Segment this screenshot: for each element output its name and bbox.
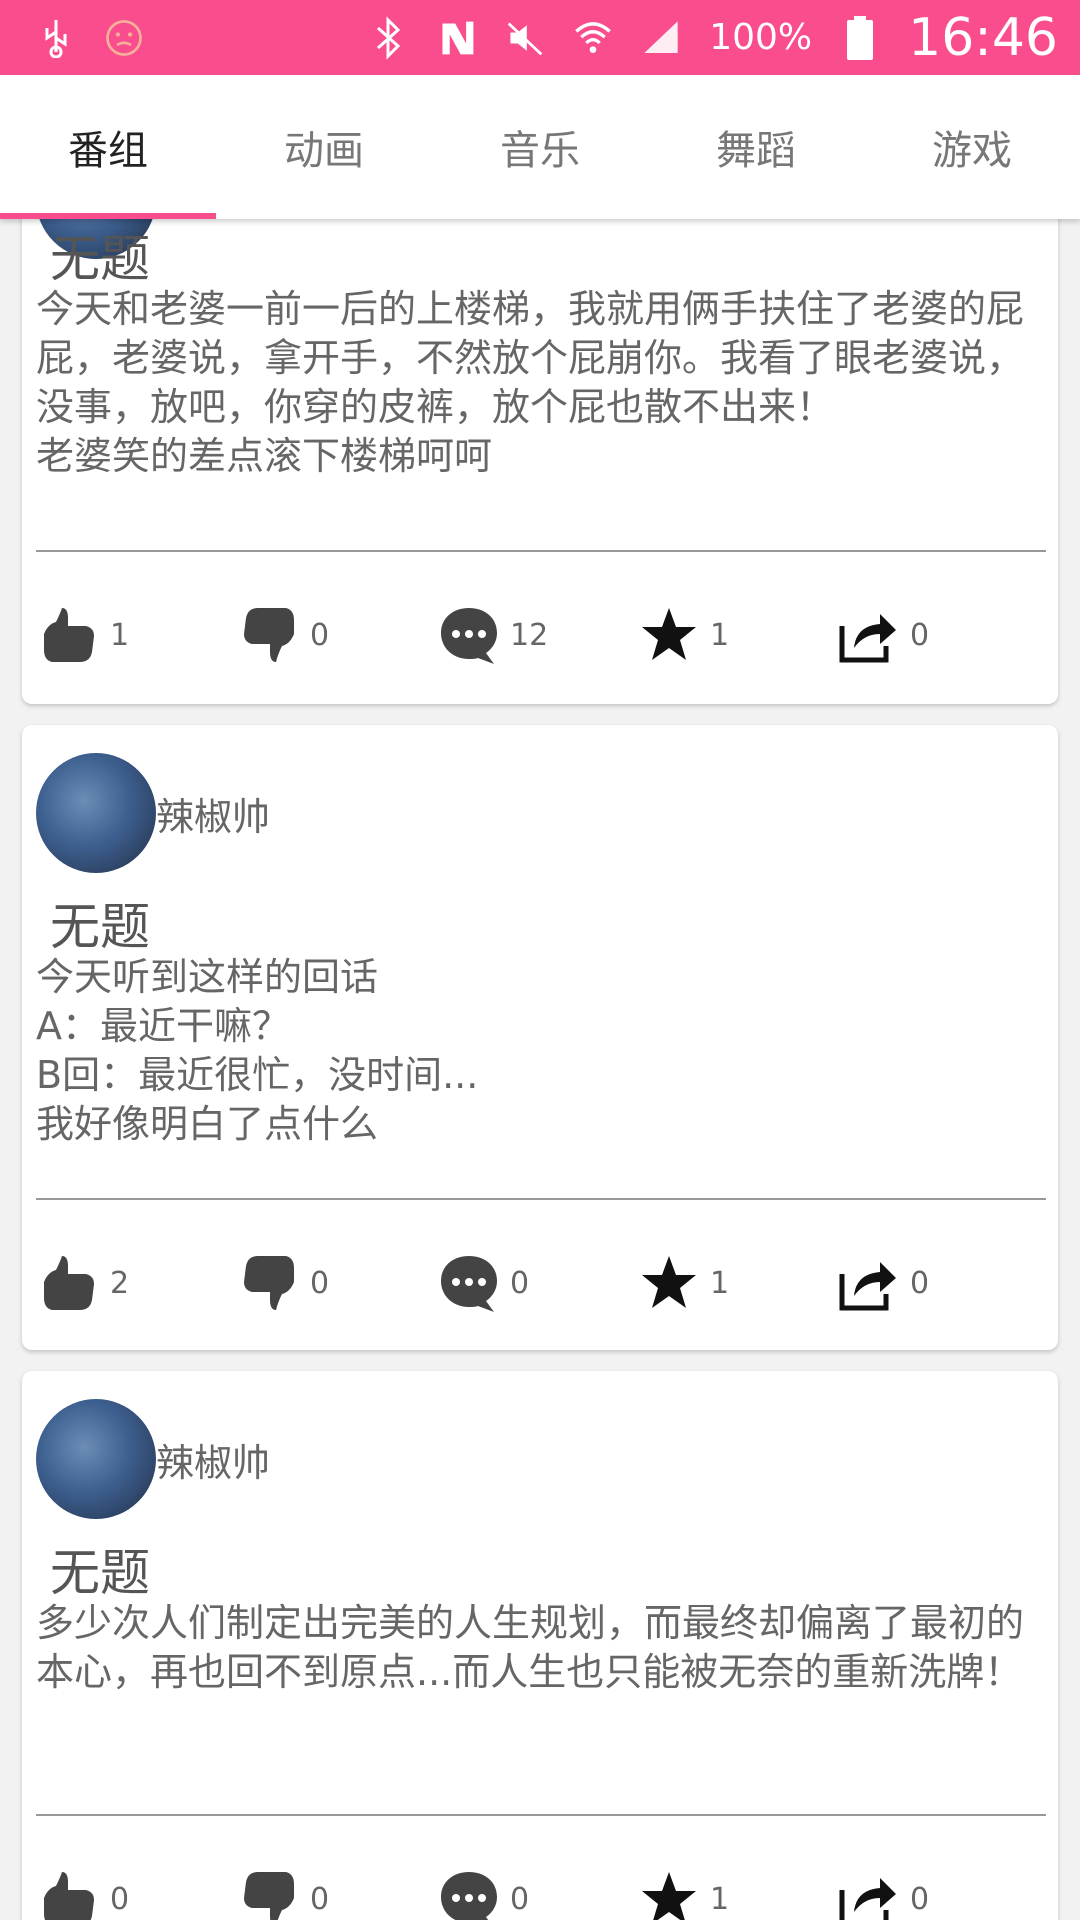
divider [36,1198,1046,1200]
favorite-button[interactable]: 1 [636,1243,729,1323]
share-icon [836,1866,902,1920]
favorite-count: 1 [710,617,730,653]
favorite-count: 1 [710,1881,730,1917]
post-body: 今天和老婆一前一后的上楼梯，我就用俩手扶住了老婆的屁屁，老婆说，拿开手，不然放个… [36,287,1025,478]
share-count: 0 [910,1881,930,1917]
status-bar: 100% 16:46 [0,0,1080,75]
bluetooth-icon [369,15,409,60]
signal-icon [641,18,681,58]
share-button[interactable]: 0 [836,1859,929,1920]
post-card[interactable]: 辣椒帅 无题 今天听到这样的回话 A：最近干嘛？ B回：最近很忙，没时间... … [22,725,1058,1350]
like-count: 1 [110,617,130,653]
post-author[interactable]: 辣椒帅 [36,1399,270,1519]
dislike-count: 0 [310,1881,330,1917]
share-count: 0 [910,1265,930,1301]
dislike-button[interactable]: 0 [236,1243,329,1323]
favorite-count: 1 [710,1265,730,1301]
avatar[interactable] [36,1399,156,1519]
mute-icon [505,18,545,58]
post-card[interactable]: 无题 今天和老婆一前一后的上楼梯，我就用俩手扶住了老婆的屁屁，老婆说，拿开手，不… [22,219,1058,704]
post-body: 今天听到这样的回话 A：最近干嘛？ B回：最近很忙，没时间... 我好像明白了点… [36,955,479,1146]
category-tabs: 番组 动画 音乐 舞蹈 游戏 [0,75,1080,219]
clock: 16:46 [908,7,1058,68]
comment-button[interactable]: 0 [436,1859,529,1920]
like-button[interactable]: 2 [36,1243,129,1323]
avatar[interactable] [36,753,156,873]
tab-animation[interactable]: 动画 [216,75,432,219]
post-actions: 1 0 12 1 0 [22,595,1058,675]
thumbs-down-icon [236,602,302,668]
post-actions: 0 0 0 1 0 [22,1859,1058,1920]
tab-game[interactable]: 游戏 [864,75,1080,219]
thumbs-up-icon [36,602,102,668]
comment-button[interactable]: 12 [436,595,548,675]
thumbs-up-icon [36,1250,102,1316]
comment-count: 0 [510,1881,530,1917]
post-title: 无题 [50,898,150,956]
star-icon [636,1866,702,1920]
like-count: 2 [110,1265,130,1301]
dislike-count: 0 [310,1265,330,1301]
like-count: 0 [110,1881,130,1917]
like-button[interactable]: 1 [36,595,129,675]
comment-button[interactable]: 0 [436,1243,529,1323]
post-feed[interactable]: 无题 今天和老婆一前一后的上楼梯，我就用俩手扶住了老婆的屁屁，老婆说，拿开手，不… [0,219,1080,1920]
comment-icon [436,1250,502,1316]
post-title: 无题 [50,230,150,288]
thumbs-down-icon [236,1866,302,1920]
usb-icon [36,18,76,58]
comment-count: 0 [510,1265,530,1301]
tab-bangumi[interactable]: 番组 [0,75,216,219]
favorite-button[interactable]: 1 [636,1859,729,1920]
tab-dance[interactable]: 舞蹈 [648,75,864,219]
share-button[interactable]: 0 [836,595,929,675]
thumbs-up-icon [36,1866,102,1920]
divider [36,550,1046,552]
like-button[interactable]: 0 [36,1859,129,1920]
favorite-button[interactable]: 1 [636,595,729,675]
comment-icon [436,1866,502,1920]
comment-count: 12 [510,617,549,653]
tab-music[interactable]: 音乐 [432,75,648,219]
dislike-button[interactable]: 0 [236,1859,329,1920]
battery-percent: 100% [709,17,813,58]
star-icon [636,602,702,668]
post-card[interactable]: 辣椒帅 无题 多少次人们制定出完美的人生规划，而最终却偏离了最初的本心，再也回不… [22,1371,1058,1920]
wifi-icon [573,18,613,58]
share-icon [836,602,902,668]
thumbs-down-icon [236,1250,302,1316]
post-author[interactable]: 辣椒帅 [36,753,270,873]
post-body: 多少次人们制定出完美的人生规划，而最终却偏离了最初的本心，再也回不到原点...而… [36,1601,1025,1694]
post-actions: 2 0 0 1 0 [22,1243,1058,1323]
author-name[interactable]: 辣椒帅 [156,1432,270,1487]
dislike-button[interactable]: 0 [236,595,329,675]
author-name[interactable]: 辣椒帅 [156,786,270,841]
share-button[interactable]: 0 [836,1243,929,1323]
divider [36,1814,1046,1816]
comment-icon [436,602,502,668]
battery-icon [840,15,880,60]
star-icon [636,1250,702,1316]
share-count: 0 [910,617,930,653]
face-icon [104,18,144,58]
dislike-count: 0 [310,617,330,653]
share-icon [836,1250,902,1316]
nfc-icon [437,18,477,58]
post-title: 无题 [50,1544,150,1602]
